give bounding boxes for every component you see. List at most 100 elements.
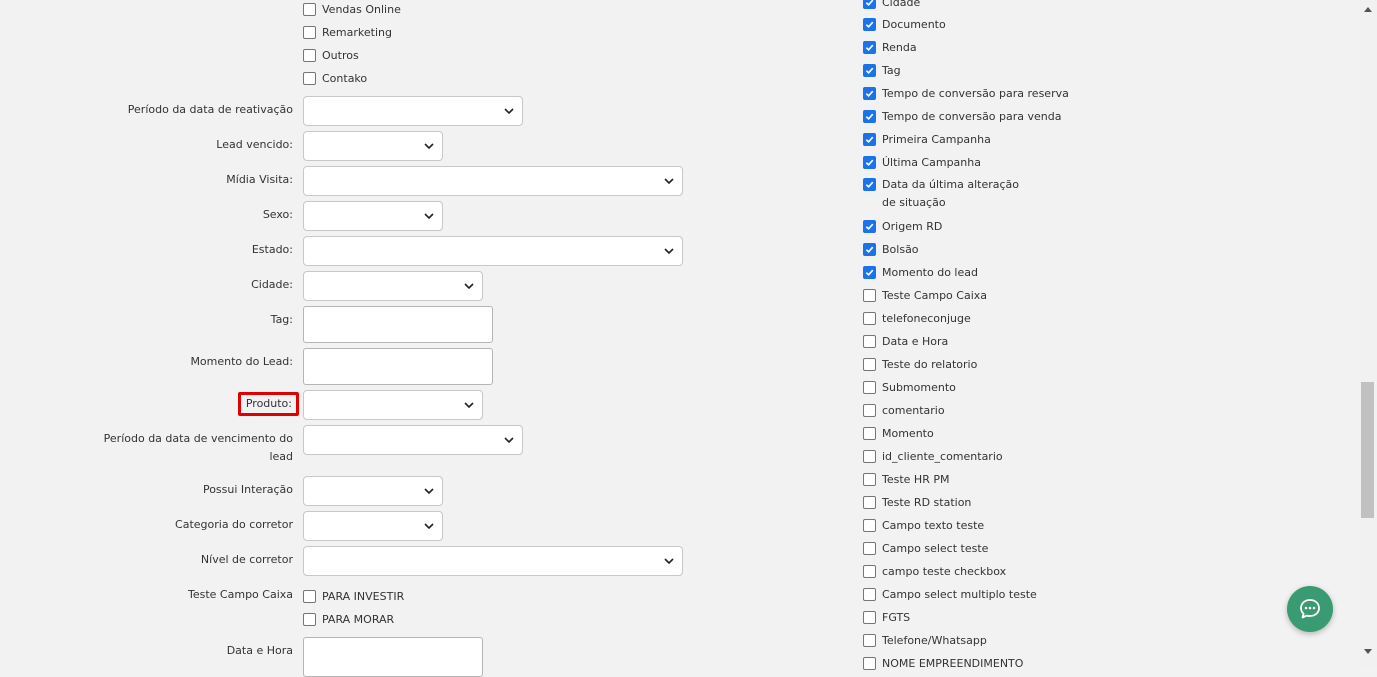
checkbox-box[interactable] xyxy=(863,610,876,624)
column-checkbox-item[interactable]: Momento xyxy=(863,424,934,442)
checkbox-box[interactable] xyxy=(863,40,876,54)
checkbox-box[interactable] xyxy=(303,48,316,62)
checkbox-box[interactable] xyxy=(303,71,316,85)
column-checkbox-item[interactable]: Teste Campo Caixa xyxy=(863,286,987,304)
checkbox-box[interactable] xyxy=(303,612,316,626)
checkbox-label: Outros xyxy=(322,48,359,62)
checkbox-box[interactable] xyxy=(863,86,876,100)
column-checkbox-item[interactable]: Primeira Campanha xyxy=(863,130,991,148)
checkbox-box[interactable] xyxy=(863,242,876,256)
categoria-corretor-select[interactable] xyxy=(303,511,443,541)
scroll-down-arrow-icon[interactable] xyxy=(1363,648,1373,656)
checkbox-para-morar[interactable]: PARA MORAR xyxy=(303,610,394,628)
tag-input[interactable] xyxy=(303,306,493,343)
chat-button[interactable] xyxy=(1287,586,1333,632)
column-checkbox-item[interactable]: Campo texto teste xyxy=(863,516,984,534)
checkbox-box[interactable] xyxy=(863,132,876,146)
checkbox-box[interactable] xyxy=(863,518,876,532)
checkbox-box[interactable] xyxy=(863,17,876,31)
checkbox-box[interactable] xyxy=(863,265,876,279)
checkbox-box[interactable] xyxy=(863,587,876,601)
checkbox-box[interactable] xyxy=(863,633,876,647)
column-checkbox-item[interactable]: Data e Hora xyxy=(863,332,948,350)
column-checkbox-item[interactable]: Cidade xyxy=(863,0,920,11)
column-checkbox-item[interactable]: Tag xyxy=(863,61,901,79)
checkbox-outros[interactable]: Outros xyxy=(303,46,359,64)
column-checkbox-item[interactable]: Tempo de conversão para venda xyxy=(863,107,1062,125)
column-checkbox-item[interactable]: Telefone/Whatsapp xyxy=(863,631,987,649)
checkbox-label: Origem RD xyxy=(882,219,943,233)
checkbox-box[interactable] xyxy=(863,311,876,325)
column-checkbox-item[interactable]: NOME EMPREENDIMENTO xyxy=(863,654,1023,672)
midia-visita-select[interactable] xyxy=(303,166,683,196)
produto-select[interactable] xyxy=(303,390,483,420)
checkbox-box[interactable] xyxy=(863,426,876,440)
scroll-up-arrow-icon[interactable] xyxy=(1363,5,1373,13)
checkbox-box[interactable] xyxy=(863,155,876,169)
scrollbar-track[interactable] xyxy=(1360,0,1377,666)
column-checkbox-item[interactable]: telefoneconjuge xyxy=(863,309,971,327)
column-checkbox-item[interactable]: comentario xyxy=(863,401,945,419)
checkbox-box[interactable] xyxy=(863,541,876,555)
column-checkbox-item[interactable]: Campo select teste xyxy=(863,539,988,557)
lead-vencido-select[interactable] xyxy=(303,131,443,161)
checkbox-box[interactable] xyxy=(863,403,876,417)
checkbox-label: Campo select teste xyxy=(882,541,989,555)
checkbox-box[interactable] xyxy=(863,472,876,486)
column-checkbox-item[interactable]: Documento xyxy=(863,15,946,33)
checkbox-remarketing[interactable]: Remarketing xyxy=(303,23,392,41)
column-checkbox-item[interactable]: Origem RD xyxy=(863,217,942,235)
column-checkbox-item[interactable]: Última Campanha xyxy=(863,153,981,171)
checkbox-box[interactable] xyxy=(303,2,316,16)
checkbox-box[interactable] xyxy=(303,589,316,603)
label-midia-visita: Mídia Visita: xyxy=(226,173,293,186)
checkbox-label: Teste Campo Caixa xyxy=(882,288,987,302)
checkbox-box[interactable] xyxy=(863,449,876,463)
label-data-hora: Data e Hora xyxy=(226,644,293,657)
momento-lead-input[interactable] xyxy=(303,348,493,385)
label-tag: Tag: xyxy=(270,313,293,326)
column-checkbox-item[interactable]: Tempo de conversão para reserva xyxy=(863,84,1069,102)
checkbox-box[interactable] xyxy=(863,656,876,670)
data-hora-input[interactable] xyxy=(303,637,483,677)
estado-select[interactable] xyxy=(303,236,683,266)
column-checkbox-item[interactable]: Teste do relatorio xyxy=(863,355,977,373)
checkbox-para-investir[interactable]: PARA INVESTIR xyxy=(303,587,404,605)
checkbox-box[interactable] xyxy=(863,219,876,233)
checkbox-box[interactable] xyxy=(863,288,876,302)
chevron-down-icon xyxy=(424,488,434,495)
checkbox-box[interactable] xyxy=(303,25,316,39)
column-checkbox-item[interactable]: Data da última alteração de situação xyxy=(863,176,1032,209)
checkbox-box[interactable] xyxy=(863,357,876,371)
column-checkbox-item[interactable]: id_cliente_comentario xyxy=(863,447,1003,465)
periodo-vencimento-select[interactable] xyxy=(303,425,523,455)
scrollbar-thumb[interactable] xyxy=(1361,382,1374,518)
checkbox-box[interactable] xyxy=(863,564,876,578)
check-icon xyxy=(865,21,874,28)
checkbox-box[interactable] xyxy=(863,495,876,509)
check-icon xyxy=(865,269,874,276)
column-checkbox-item[interactable]: Teste RD station xyxy=(863,493,971,511)
possui-interacao-select[interactable] xyxy=(303,476,443,506)
periodo-reativacao-select[interactable] xyxy=(303,96,523,126)
checkbox-vendas-online[interactable]: Vendas Online xyxy=(303,0,401,18)
checkbox-box[interactable] xyxy=(863,178,876,191)
checkbox-box[interactable] xyxy=(863,63,876,77)
nivel-corretor-select[interactable] xyxy=(303,546,683,576)
column-checkbox-item[interactable]: Submomento xyxy=(863,378,956,396)
column-checkbox-item[interactable]: Campo select multiplo teste xyxy=(863,585,1037,603)
column-checkbox-item[interactable]: Bolsão xyxy=(863,240,919,258)
checkbox-box[interactable] xyxy=(863,380,876,394)
column-checkbox-item[interactable]: FGTS xyxy=(863,608,910,626)
column-checkbox-item[interactable]: Momento do lead xyxy=(863,263,978,281)
checkbox-box[interactable] xyxy=(863,334,876,348)
column-checkbox-item[interactable]: Teste HR PM xyxy=(863,470,949,488)
sexo-select[interactable] xyxy=(303,201,443,231)
checkbox-box[interactable] xyxy=(863,109,876,123)
column-checkbox-item[interactable]: Renda xyxy=(863,38,917,56)
checkbox-contako[interactable]: Contako xyxy=(303,69,367,87)
checkbox-label: Contako xyxy=(322,71,368,85)
column-checkbox-item[interactable]: campo teste checkbox xyxy=(863,562,1006,580)
checkbox-box[interactable] xyxy=(863,0,876,9)
cidade-select[interactable] xyxy=(303,271,483,301)
